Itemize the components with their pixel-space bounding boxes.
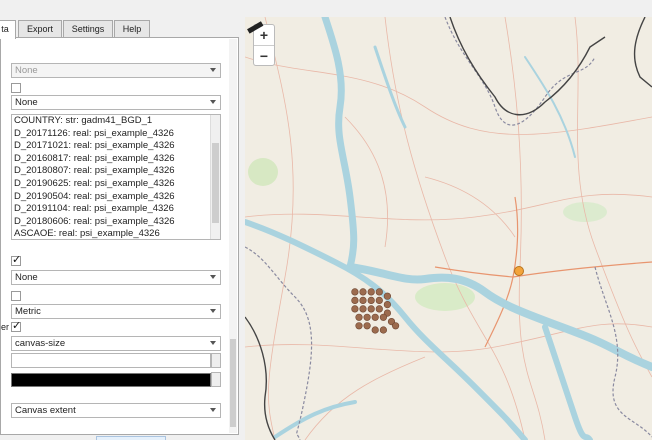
map-point[interactable] [367, 305, 375, 313]
map-point[interactable] [355, 322, 363, 330]
point-layer [351, 288, 400, 334]
option-checkbox-3[interactable] [11, 291, 21, 301]
chevron-down-icon [210, 68, 216, 72]
run-button[interactable] [96, 436, 166, 440]
chevron-down-icon [210, 309, 216, 313]
chevron-down-icon [210, 341, 216, 345]
map-point[interactable] [371, 326, 379, 334]
map-point[interactable] [367, 296, 375, 305]
list-item[interactable]: D_20160817: real: psi_example_4326 [12, 153, 220, 166]
checkmark-icon: ✓ [12, 320, 22, 332]
map-point[interactable] [383, 292, 391, 300]
tab-export[interactable]: Export [18, 20, 62, 38]
list-item[interactable]: ASCAOE: real: psi_example_4326 [12, 228, 220, 239]
map-point[interactable] [379, 313, 387, 321]
list-item[interactable]: D_20190625: real: psi_example_4326 [12, 178, 220, 191]
map-point[interactable] [363, 322, 371, 330]
map-point[interactable] [392, 322, 400, 330]
checkmark-icon: ✓ [12, 254, 22, 266]
map-point[interactable] [375, 305, 383, 313]
map-point[interactable] [363, 313, 371, 321]
units-dropdown-value: Metric [15, 306, 41, 317]
zoom-out-button[interactable]: − [254, 45, 274, 65]
attribute-list[interactable]: COUNTRY: str: gadm41_BGD_1 D_20171126: r… [11, 114, 221, 240]
map-point[interactable] [351, 288, 359, 296]
text-input[interactable] [11, 353, 211, 368]
scrollbar-thumb[interactable] [212, 143, 219, 223]
option-label: er [1, 322, 10, 332]
park-area [415, 283, 475, 311]
options-panel: None None COUNTRY: str: gadm41_BGD_1 D_2… [0, 37, 239, 435]
park-area [248, 158, 278, 186]
list-item[interactable]: D_20171126: real: psi_example_4326 [12, 128, 220, 141]
color-picker-button[interactable] [11, 373, 211, 387]
option-checkbox-4[interactable]: ✓ [11, 320, 22, 332]
size-dropdown[interactable]: canvas-size [11, 336, 221, 351]
map-point[interactable] [371, 313, 379, 321]
list-item[interactable]: D_20191104: real: psi_example_4326 [12, 203, 220, 216]
map-point[interactable] [367, 288, 375, 296]
map-point[interactable] [355, 313, 363, 321]
list-item[interactable]: D_20180606: real: psi_example_4326 [12, 216, 220, 229]
map-point[interactable] [359, 305, 367, 313]
rivers [245, 17, 652, 440]
tab-bar: ta Export Settings Help [0, 20, 245, 39]
admin-boundaries [245, 17, 652, 440]
map-point[interactable] [379, 326, 387, 334]
map-point[interactable] [375, 288, 383, 296]
chevron-down-icon [210, 275, 216, 279]
units-dropdown[interactable]: Metric [11, 304, 221, 319]
extent-dropdown[interactable]: Canvas extent [11, 403, 221, 418]
qgis-plugin-window: ta Export Settings Help None None COUNTR… [0, 0, 652, 440]
ruler-icon[interactable] [245, 17, 265, 37]
map-point[interactable] [359, 296, 367, 305]
input-side-button[interactable] [211, 353, 221, 368]
map-point[interactable] [359, 288, 367, 296]
field-dropdown-value: None [15, 97, 38, 108]
option-checkbox-1[interactable] [11, 83, 21, 93]
map-point[interactable] [351, 305, 359, 313]
list-item[interactable]: D_20190504: real: psi_example_4326 [12, 191, 220, 204]
scrollbar-thumb[interactable] [230, 339, 236, 427]
map-canvas[interactable]: + − [245, 17, 652, 440]
chevron-down-icon [210, 100, 216, 104]
chevron-down-icon [210, 408, 216, 412]
highlight-marker[interactable] [514, 266, 524, 276]
panel-scrollbar[interactable] [229, 39, 237, 433]
map-point[interactable] [375, 296, 383, 305]
list-item[interactable]: COUNTRY: str: gadm41_BGD_1 [12, 115, 220, 128]
color-side-button[interactable] [211, 372, 221, 387]
tab-data[interactable]: ta [0, 20, 16, 39]
list-item[interactable]: D_20180807: real: psi_example_4326 [12, 165, 220, 178]
layer-dropdown-value: None [15, 65, 38, 76]
size-dropdown-value: canvas-size [15, 338, 66, 349]
tab-settings[interactable]: Settings [63, 20, 113, 38]
third-dropdown-value: None [15, 272, 38, 283]
option-checkbox-2[interactable]: ✓ [11, 254, 22, 266]
road-network [245, 17, 652, 440]
extent-dropdown-value: Canvas extent [15, 405, 76, 416]
third-dropdown[interactable]: None [11, 270, 221, 285]
map-point[interactable] [351, 296, 359, 305]
list-scrollbar[interactable] [210, 115, 220, 239]
list-item[interactable]: D_20171021: real: psi_example_4326 [12, 140, 220, 153]
tab-help[interactable]: Help [114, 20, 150, 38]
map-point[interactable] [383, 301, 391, 309]
country-border [245, 17, 652, 440]
field-dropdown[interactable]: None [11, 95, 221, 110]
layer-dropdown[interactable]: None [11, 63, 221, 78]
basemap-drawing [245, 17, 652, 440]
